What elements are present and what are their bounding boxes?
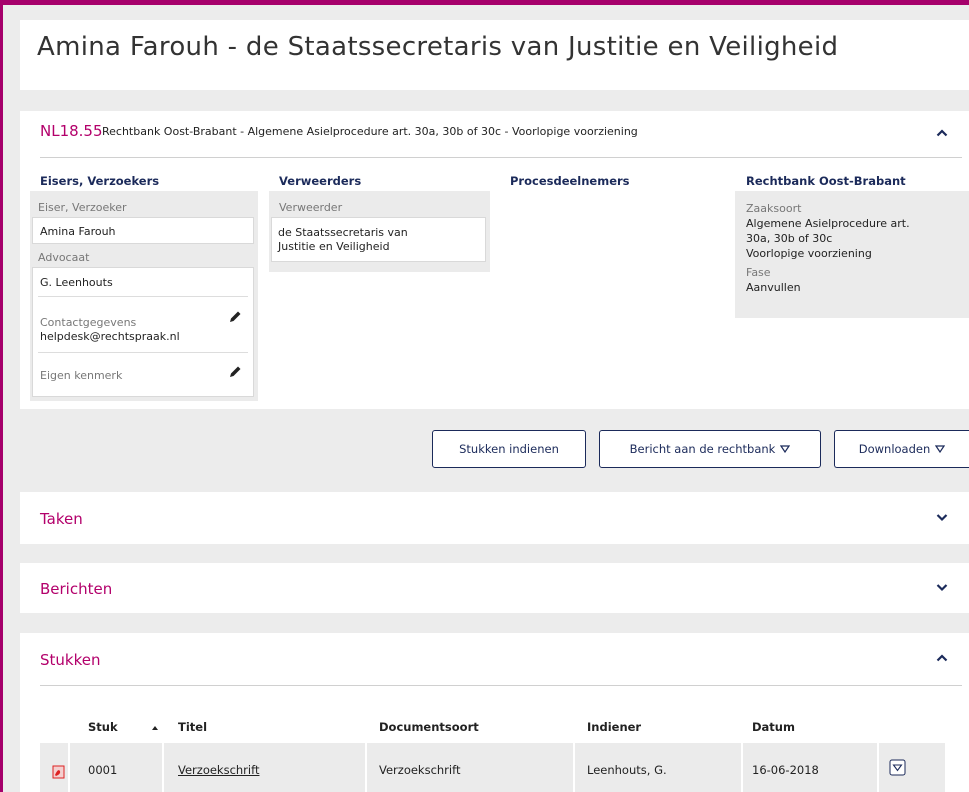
participants-heading: Procesdeelnemers <box>510 174 630 188</box>
contact-label: Contactgegevens <box>40 316 137 329</box>
frame-top-border <box>0 0 969 5</box>
cell-stuk: 0001 <box>70 743 162 792</box>
case-type-line2: 30a, 30b of 30c <box>746 232 833 245</box>
case-type-label: Zaaksoort <box>746 202 802 215</box>
messages-section[interactable]: Berichten <box>20 563 969 613</box>
row-menu-icon[interactable] <box>889 759 906 776</box>
chevron-up-icon[interactable] <box>936 128 948 138</box>
tasks-title: Taken <box>40 510 83 528</box>
download-button[interactable]: Downloaden <box>834 430 969 468</box>
case-number: NL18.55 <box>40 122 103 140</box>
case-header[interactable]: NL18.55 Rechtbank Oost-Brabant - Algemen… <box>40 122 960 152</box>
message-court-button[interactable]: Bericht aan de rechtbank <box>599 430 821 468</box>
stuk-number: 0001 <box>88 763 118 777</box>
case-type-line3: Voorlopige voorziening <box>746 247 872 260</box>
reference-label: Eigen kenmerk <box>40 369 123 382</box>
case-type-line1: Algemene Asielprocedure art. <box>746 217 910 230</box>
contact-separator <box>38 352 248 353</box>
download-label: Downloaden <box>858 442 931 456</box>
column-header-datum[interactable]: Datum <box>752 720 795 734</box>
defendant-role-label: Verweerder <box>279 201 343 214</box>
submit-documents-button[interactable]: Stukken indienen <box>432 430 586 468</box>
case-divider <box>40 157 962 158</box>
court-heading: Rechtbank Oost-Brabant <box>746 174 906 188</box>
column-header-titel[interactable]: Titel <box>178 720 207 734</box>
defendant-name-line1: de Staatssecretaris van <box>278 226 408 239</box>
submitter: Leenhouts, G. <box>587 763 667 777</box>
claimant-name: Amina Farouh <box>40 225 116 238</box>
phase-value: Aanvullen <box>746 281 801 294</box>
claimant-role-label: Eiser, Verzoeker <box>38 201 127 214</box>
defendants-heading: Verweerders <box>279 174 362 188</box>
frame-left-border <box>0 0 3 792</box>
triangle-down-icon <box>935 445 946 453</box>
document-date: 16-06-2018 <box>752 763 819 777</box>
cell-actions <box>879 743 945 792</box>
defendant-name-line2: Justitie en Veiligheid <box>278 240 390 253</box>
lawyer-label: Advocaat <box>38 251 90 264</box>
case-panel: NL18.55 Rechtbank Oost-Brabant - Algemen… <box>20 111 969 409</box>
documents-title[interactable]: Stukken <box>40 651 100 669</box>
case-description: Rechtbank Oost-Brabant - Algemene Asielp… <box>102 125 638 138</box>
chevron-up-icon[interactable] <box>936 653 948 663</box>
message-court-label: Bericht aan de rechtbank <box>629 442 776 456</box>
row-icon-cell <box>40 743 68 792</box>
cell-indiener: Leenhouts, G. <box>575 743 741 792</box>
table-row: 0001 Verzoekschrift Verzoekschrift Leenh… <box>40 743 945 792</box>
submit-documents-label: Stukken indienen <box>459 442 559 456</box>
documents-divider <box>40 685 962 686</box>
page-title: Amina Farouh - de Staatssecretaris van J… <box>37 32 839 62</box>
cell-documentsoort: Verzoekschrift <box>367 743 573 792</box>
cell-datum: 16-06-2018 <box>743 743 877 792</box>
chevron-down-icon[interactable] <box>936 512 948 522</box>
title-panel: Amina Farouh - de Staatssecretaris van J… <box>20 20 969 90</box>
column-header-documentsoort[interactable]: Documentsoort <box>379 720 479 734</box>
pencil-icon[interactable] <box>228 310 242 324</box>
column-header-indiener[interactable]: Indiener <box>587 720 641 734</box>
chevron-down-icon[interactable] <box>936 582 948 592</box>
phase-label: Fase <box>746 266 771 279</box>
column-header-stuk[interactable]: Stuk <box>88 720 118 734</box>
document-type: Verzoekschrift <box>379 763 461 777</box>
sort-ascending-icon[interactable] <box>151 725 159 731</box>
pdf-icon[interactable] <box>52 765 65 779</box>
triangle-down-icon <box>780 445 791 453</box>
messages-title: Berichten <box>40 580 113 598</box>
lawyer-name: G. Leenhouts <box>40 276 113 289</box>
claimants-heading: Eisers, Verzoekers <box>40 174 160 188</box>
pencil-icon[interactable] <box>228 365 242 379</box>
cell-titel: Verzoekschrift <box>164 743 365 792</box>
contact-email: helpdesk@rechtspraak.nl <box>40 330 180 343</box>
lawyer-separator <box>38 296 248 297</box>
document-title-link[interactable]: Verzoekschrift <box>178 763 259 777</box>
tasks-section[interactable]: Taken <box>20 492 969 544</box>
